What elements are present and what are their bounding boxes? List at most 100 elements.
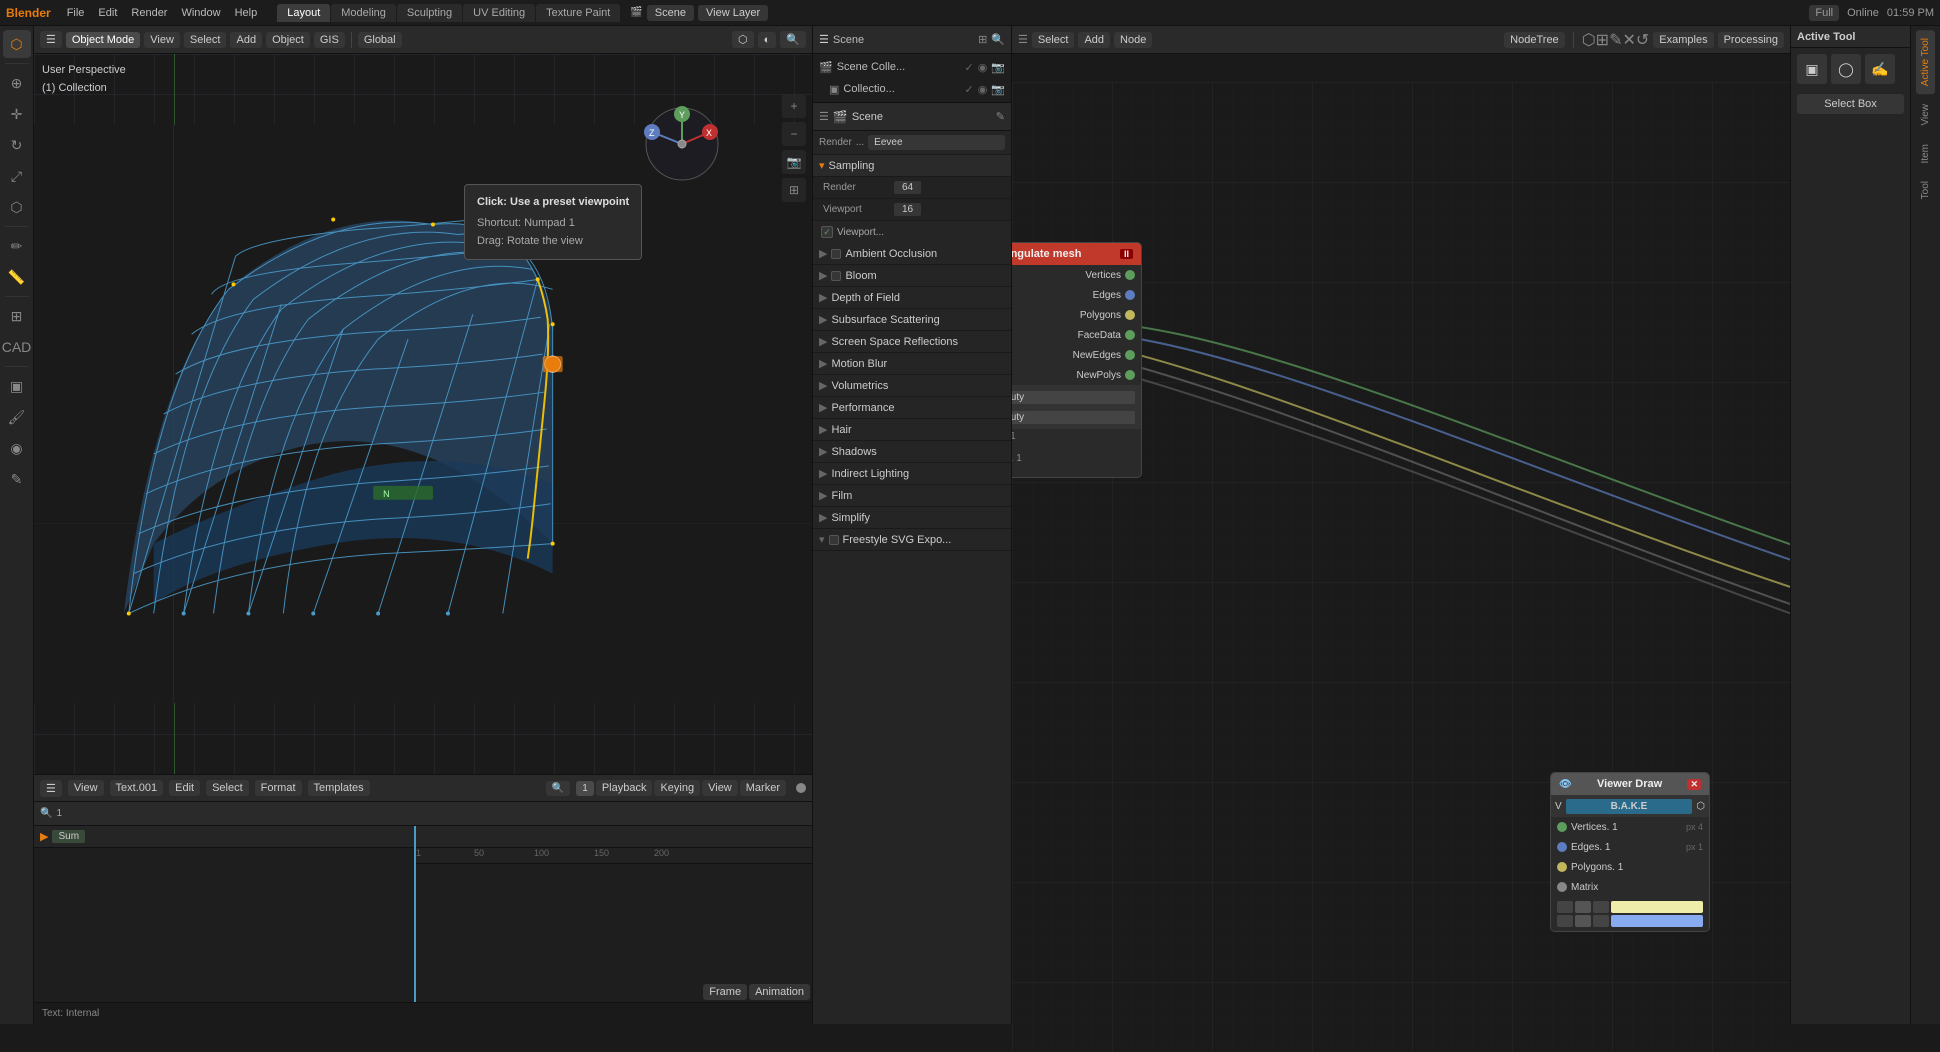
- viewport-zoom-out-icon[interactable]: −: [782, 122, 806, 146]
- viewport-overlay-btn[interactable]: ⬡: [732, 31, 754, 48]
- film-section[interactable]: ▶ Film: [813, 485, 1011, 507]
- scene-vis-icon[interactable]: ✓: [964, 61, 973, 74]
- workspace-uvediting[interactable]: UV Editing: [463, 4, 535, 22]
- sidebar-cad-icon[interactable]: CAD: [3, 333, 31, 361]
- sidebar-gpencil-icon[interactable]: ✎: [3, 465, 31, 493]
- viewer-draw-node[interactable]: 👁 Viewer Draw ✕ V B.A.K.E ⬡ Vertices. 1 …: [1550, 772, 1710, 932]
- node-menu-icon[interactable]: ☰: [1018, 33, 1028, 46]
- motionblur-section[interactable]: ▶ Motion Blur: [813, 353, 1011, 375]
- polygons-socket[interactable]: [1125, 310, 1135, 320]
- select-mode-lasso-btn[interactable]: ✍: [1865, 54, 1895, 84]
- scene-properties-icon[interactable]: 🎬: [833, 110, 848, 124]
- newpolys-socket[interactable]: [1125, 370, 1135, 380]
- viewport-gis-btn[interactable]: GIS: [314, 32, 345, 48]
- timeline-text-btn[interactable]: Text.001: [110, 780, 164, 796]
- triangulate-mesh-node[interactable]: Triangulate mesh II Vertices Edges Polyg…: [1012, 242, 1142, 478]
- facedata-socket[interactable]: [1125, 330, 1135, 340]
- bloom-section[interactable]: ▶ Bloom: [813, 265, 1011, 287]
- menu-help[interactable]: Help: [229, 5, 264, 21]
- tab-frame[interactable]: Frame: [703, 984, 747, 1000]
- bake-button[interactable]: B.A.K.E: [1566, 799, 1693, 814]
- engine-selector[interactable]: Full: [1809, 5, 1839, 21]
- ssr-section[interactable]: ▶ Screen Space Reflections: [813, 331, 1011, 353]
- collection-ex-icon[interactable]: ◉: [978, 83, 988, 96]
- sidebar-rotate-icon[interactable]: ↻: [3, 131, 31, 159]
- color-swatch-4[interactable]: [1557, 915, 1573, 927]
- render-props-menu-icon[interactable]: ☰: [819, 110, 829, 123]
- timeline-playhead[interactable]: [414, 826, 416, 1002]
- current-frame-display[interactable]: 1: [576, 781, 594, 796]
- color-swatch-yellow[interactable]: [1611, 901, 1703, 913]
- color-swatch-blue[interactable]: [1611, 915, 1703, 927]
- processing-btn[interactable]: Processing: [1718, 32, 1784, 48]
- tab-item[interactable]: Item: [1916, 136, 1935, 171]
- viewport-shading-btn[interactable]: ◐: [758, 32, 777, 48]
- workspace-modeling[interactable]: Modeling: [331, 4, 396, 22]
- color-swatch-2[interactable]: [1575, 901, 1591, 913]
- vertices-socket[interactable]: [1125, 270, 1135, 280]
- viewport-object-btn[interactable]: Object: [266, 32, 310, 48]
- workspace-texturepaint[interactable]: Texture Paint: [536, 4, 620, 22]
- color-swatch-6[interactable]: [1593, 915, 1609, 927]
- sidebar-paint-icon[interactable]: 🖌: [3, 403, 31, 431]
- edges-socket[interactable]: [1125, 290, 1135, 300]
- timeline-edit-btn[interactable]: Edit: [169, 780, 200, 796]
- viewport-add-btn[interactable]: Add: [230, 32, 262, 48]
- shadows-section[interactable]: ▶ Shadows: [813, 441, 1011, 463]
- select-mode-circle-btn[interactable]: ◯: [1831, 54, 1861, 84]
- beauty-dropdown-2[interactable]: Beauty: [1012, 411, 1135, 424]
- hair-section[interactable]: ▶ Hair: [813, 419, 1011, 441]
- viewer-matrix-socket[interactable]: [1557, 882, 1567, 892]
- viewport-search-btn[interactable]: 🔍: [780, 31, 806, 48]
- viewport-mode-btn[interactable]: Object Mode: [66, 32, 140, 48]
- outliner-search-icon[interactable]: 🔍: [991, 33, 1005, 46]
- performance-section[interactable]: ▶ Performance: [813, 397, 1011, 419]
- node-tree-btn[interactable]: NodeTree: [1504, 32, 1565, 48]
- sidebar-sculpt-icon[interactable]: ◉: [3, 434, 31, 462]
- examples-btn[interactable]: Examples: [1653, 32, 1713, 48]
- select-box-btn[interactable]: Select Box: [1797, 94, 1904, 114]
- timeline-record-btn[interactable]: [796, 783, 806, 793]
- viewport-menu-btn[interactable]: ☰: [40, 31, 62, 48]
- timeline-area[interactable]: 🔍 1 ▶ Sum 1 50 100 150 200: [34, 802, 812, 1002]
- summary-triangle[interactable]: ▶: [40, 830, 48, 843]
- scene-sel-icon[interactable]: ◉: [978, 61, 988, 74]
- collection-vis-icon[interactable]: ✓: [964, 83, 973, 96]
- sidebar-annotate-icon[interactable]: ✏: [3, 232, 31, 260]
- node-view-btn[interactable]: Select: [1032, 32, 1075, 48]
- timeline-marker-btn[interactable]: Marker: [740, 780, 786, 796]
- timeline-search-icon[interactable]: 🔍: [546, 781, 570, 796]
- freestyle-checkbox[interactable]: [829, 535, 839, 545]
- render-engine-select[interactable]: Eevee: [868, 135, 1005, 150]
- sidebar-transform-icon[interactable]: ⬡: [3, 193, 31, 221]
- dof-section[interactable]: ▶ Depth of Field: [813, 287, 1011, 309]
- tab-animation[interactable]: Animation: [749, 984, 810, 1000]
- scene-selector[interactable]: Scene: [647, 5, 694, 21]
- sidebar-add-icon[interactable]: ⊞: [3, 302, 31, 330]
- sidebar-move-icon[interactable]: ✛: [3, 100, 31, 128]
- ambient-occlusion-section[interactable]: ▶ Ambient Occlusion: [813, 243, 1011, 265]
- freestyle-section[interactable]: ▾ Freestyle SVG Expo...: [813, 529, 1011, 551]
- menu-edit[interactable]: Edit: [92, 5, 123, 21]
- timeline-view-btn[interactable]: View: [68, 780, 104, 796]
- simplify-section[interactable]: ▶ Simplify: [813, 507, 1011, 529]
- sidebar-cursor-icon[interactable]: ⊕: [3, 69, 31, 97]
- timeline-templates-btn[interactable]: Templates: [308, 780, 370, 796]
- color-swatch-1[interactable]: [1557, 901, 1573, 913]
- timeline-keying-btn[interactable]: Keying: [654, 780, 700, 796]
- viewer-expand-icon[interactable]: ⬡: [1696, 801, 1705, 812]
- tab-tool[interactable]: Tool: [1916, 173, 1935, 207]
- sidebar-mode-icon[interactable]: ⬡: [3, 30, 31, 58]
- outliner-icon-1[interactable]: ⊞: [978, 33, 987, 46]
- tab-active-tool[interactable]: Active Tool: [1916, 30, 1935, 94]
- select-mode-box-btn[interactable]: ▣: [1797, 54, 1827, 84]
- tab-view[interactable]: View: [1916, 96, 1935, 134]
- ambient-checkbox[interactable]: [831, 249, 841, 259]
- viewport-zoom-in-icon[interactable]: +: [782, 94, 806, 118]
- timeline-format-btn[interactable]: Format: [255, 780, 302, 796]
- view-layer-selector[interactable]: View Layer: [698, 5, 768, 21]
- viewport-global-btn[interactable]: Global: [358, 32, 402, 48]
- timeline-menu-btn[interactable]: ☰: [40, 780, 62, 797]
- viewport-camera-icon[interactable]: 📷: [782, 150, 806, 174]
- timeline-select-btn[interactable]: Select: [206, 780, 249, 796]
